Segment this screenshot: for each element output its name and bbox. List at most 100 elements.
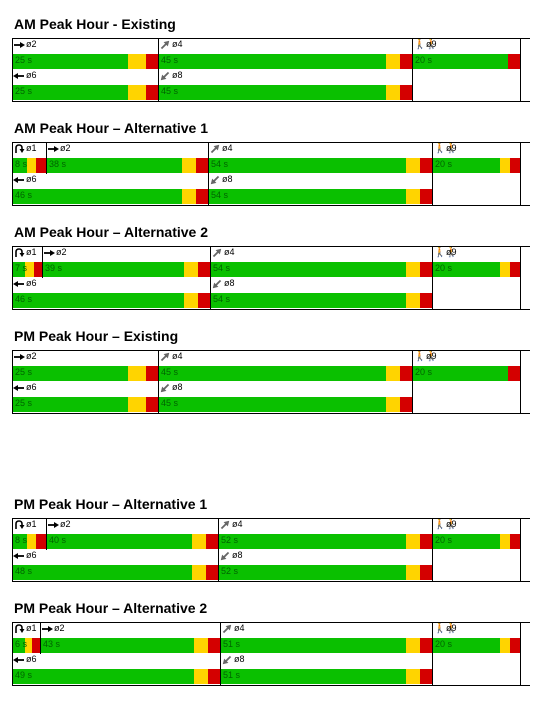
phase-duration-label: 8 s [15,535,27,545]
phase-header: ø1 [13,623,40,637]
ped-icon: 🚶🚶 [433,623,445,635]
segment-red [400,85,412,100]
segment-green [219,565,406,580]
scenario-title: PM Peak Hour – Alternative 1 [14,496,530,512]
phase-label: ø4 [222,143,233,154]
phase-label: ø8 [232,550,243,561]
segment-red [510,534,520,549]
phase-header [433,174,520,188]
segment-amber [406,293,420,308]
phase-duration-label: 20 s [435,263,452,273]
phase-bar [413,397,520,412]
phase-label: ø6 [26,70,37,81]
phase-header: 🚶🚶ø9 [433,247,520,261]
phase-label: ø8 [172,382,183,393]
segment-red [146,397,158,412]
segment-amber [182,189,196,204]
phase-label: ø8 [172,70,183,81]
phase-row: ø646 sø854 s [13,174,530,205]
phase-column: ø451 s [221,623,433,654]
timing-diagrams-root: AM Peak Hour - Existingø225 sø445 s🚶🚶ø92… [12,16,530,686]
phase-column: ø17 s [13,247,43,278]
phase-label: ø2 [26,39,37,50]
arrow-ne-icon [209,143,221,155]
phase-bar: 8 s [13,158,46,173]
phase-duration-label: 45 s [161,398,178,408]
phase-label: ø1 [26,247,37,258]
phase-duration-label: 52 s [221,566,238,576]
scenario-section: AM Peak Hour – Alternative 2ø17 sø239 sø… [12,224,530,310]
phase-duration-label: 43 s [43,639,60,649]
phase-header: ø2 [13,351,158,365]
arrow-w-icon [13,70,25,82]
phase-row: ø649 sø851 s [13,654,530,685]
segment-amber [128,397,146,412]
segment-amber [194,638,208,653]
arrow-w-icon [13,174,25,186]
phase-header: 🚶🚶ø9 [413,351,520,365]
arrow-nturn-icon [13,623,25,635]
phase-column: ø238 s [47,143,209,174]
arrow-w-icon [13,550,25,562]
segment-amber [406,534,420,549]
segment-green [13,565,192,580]
phase-duration-label: 40 s [49,535,66,545]
phase-header [433,550,520,564]
phase-header: ø1 [13,143,46,157]
arrow-w-icon [13,382,25,394]
phase-header: ø6 [13,654,220,668]
phase-column: ø225 s [13,39,159,70]
timing-diagram: ø225 sø445 s🚶🚶ø920 sø625 sø845 s [12,38,530,102]
phase-label: ø6 [26,382,37,393]
phase-header: ø2 [13,39,158,53]
phase-header: ø1 [13,247,42,261]
segment-red [36,534,46,549]
phase-bar [433,565,520,580]
segment-amber [27,534,37,549]
phase-column: 🚶🚶ø920 s [433,143,521,174]
phase-column: ø239 s [43,247,211,278]
segment-amber [406,189,420,204]
scenario-title: AM Peak Hour – Alternative 2 [14,224,530,240]
phase-bar: 49 s [13,669,220,684]
segment-green [47,158,182,173]
phase-column [433,654,521,685]
phase-header: ø8 [221,654,432,668]
phase-bar: 51 s [221,638,432,653]
scenario-section: PM Peak Hour – Existingø225 sø445 s🚶🚶ø92… [12,328,530,414]
segment-green [221,669,406,684]
phase-bar: 54 s [209,189,432,204]
phase-column: ø445 s [159,351,413,382]
phase-bar: 20 s [433,262,520,277]
segment-red [206,565,218,580]
phase-duration-label: 25 s [15,398,32,408]
arrow-e-icon [13,351,25,363]
phase-column: ø454 s [209,143,433,174]
phase-header: ø4 [159,39,412,53]
phase-header [433,654,520,668]
phase-bar: 7 s [13,262,42,277]
segment-amber [406,638,420,653]
phase-duration-label: 20 s [435,159,452,169]
phase-duration-label: 54 s [213,263,230,273]
phase-duration-label: 6 s [15,639,27,649]
phase-duration-label: 51 s [223,639,240,649]
phase-column: ø648 s [13,550,219,581]
segment-green [209,158,406,173]
phase-label: ø1 [26,143,37,154]
phase-header: ø8 [219,550,432,564]
phase-header: ø2 [47,519,218,533]
phase-row: ø648 s ø8 52 s [13,550,530,581]
phase-header: ø6 [13,70,158,84]
phase-header: ø8 [159,70,412,84]
segment-red [400,54,412,69]
phase-bar: 51 s [221,669,432,684]
arrow-sw-icon [209,174,221,186]
phase-column: ø854 s [209,174,433,205]
phase-bar: 39 s [43,262,210,277]
segment-green [13,293,184,308]
phase-column [433,550,521,581]
phase-column: ø225 s [13,351,159,382]
phase-bar: 25 s [13,366,158,381]
segment-green [13,189,182,204]
